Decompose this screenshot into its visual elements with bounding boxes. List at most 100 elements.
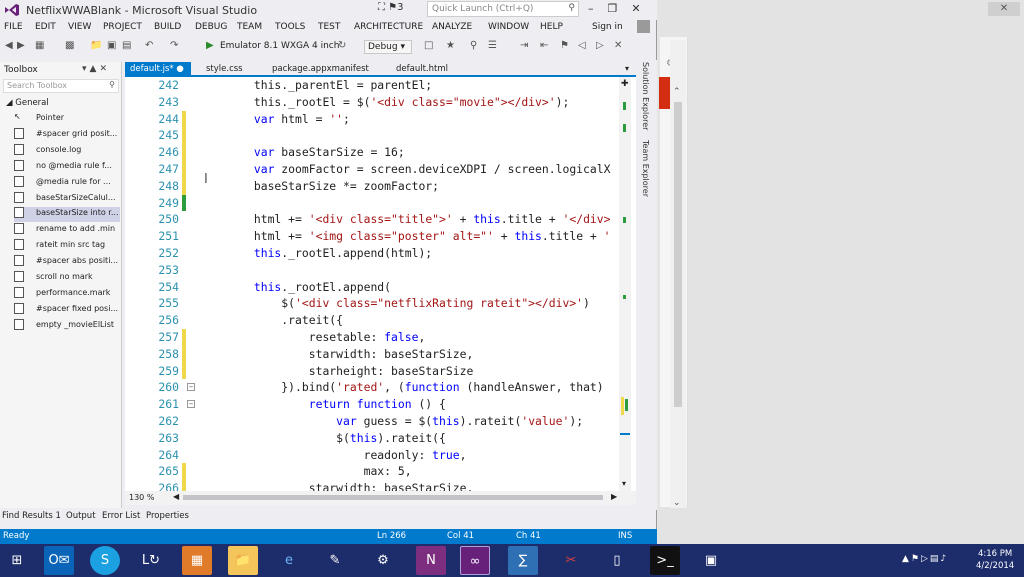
tab-find-results[interactable]: Find Results 1 xyxy=(2,511,61,521)
toolbox-item[interactable]: rateit min src tag xyxy=(14,239,120,254)
tab-default-html[interactable]: default.html xyxy=(391,62,453,76)
back-icon[interactable]: ◀ xyxy=(5,40,13,51)
tab-default-js[interactable]: default.js* ● ✕ xyxy=(125,62,191,84)
code-line[interactable]: 245 xyxy=(125,127,636,145)
code-line[interactable]: 265 max: 5, xyxy=(125,463,636,481)
code-line[interactable]: 243 this._rootEl = $('<div class="movie"… xyxy=(125,94,636,111)
code-line[interactable]: 250 html += '<div class="title">' + this… xyxy=(125,211,636,228)
redo-icon[interactable]: ↷ xyxy=(170,40,178,51)
code-line[interactable]: 242 this._parentEl = parentEl; xyxy=(125,77,636,94)
editor-vertical-scrollbar[interactable]: ✚ ▾ xyxy=(619,77,631,491)
avatar[interactable] xyxy=(637,20,650,33)
toolbox-item[interactable]: no @media rule f... xyxy=(14,159,120,175)
save-all-icon[interactable]: ▤ xyxy=(122,40,131,51)
menu-architecture[interactable]: ARCHITECTURE xyxy=(354,22,423,32)
taskbar-clock[interactable]: 4:16 PM 4/2/2014 xyxy=(976,548,1014,572)
toolbox-item[interactable]: performance.mark xyxy=(14,286,120,302)
menu-test[interactable]: TEST xyxy=(318,22,340,32)
system-tray-icons[interactable]: ▲⚑▷▤♪ xyxy=(902,554,948,564)
code-line[interactable]: 261− return function () { xyxy=(125,396,636,413)
menu-file[interactable]: FILE xyxy=(4,22,23,32)
code-line[interactable]: 255 $('<div class="netflixRating rateit"… xyxy=(125,295,636,312)
browser-link-icon[interactable]: ★ xyxy=(446,40,455,51)
collapse-icon[interactable]: − xyxy=(187,383,195,392)
toolbox-item[interactable]: console.log xyxy=(14,143,120,159)
configuration-dropdown[interactable]: Debug ▾ xyxy=(364,40,412,54)
skype-icon[interactable]: S xyxy=(90,546,120,575)
toolbox-group-general[interactable]: ◢ General xyxy=(6,98,49,108)
code-line[interactable]: 247 var zoomFactor = screen.deviceXDPI /… xyxy=(125,161,636,178)
toolbox-item[interactable]: #spacer abs positi... xyxy=(14,255,120,270)
toolbox-search-input[interactable]: Search Toolbox ⚲ xyxy=(3,79,119,93)
code-line[interactable]: 257 resetable: false, xyxy=(125,329,636,346)
forward-icon[interactable]: ▶ xyxy=(17,40,25,51)
tab-overflow-icon[interactable]: ▾ xyxy=(625,64,629,73)
toolbox-item[interactable]: baseStarSize into r... xyxy=(14,207,120,223)
notepad-icon[interactable]: ✎ xyxy=(320,546,350,575)
command-prompt-icon[interactable]: >_ xyxy=(650,546,680,575)
menu-window[interactable]: WINDOW xyxy=(488,22,529,32)
internet-explorer-icon[interactable]: e xyxy=(274,546,304,575)
run-target-dropdown[interactable]: Emulator 8.1 WXGA 4 inch xyxy=(220,41,339,51)
code-line[interactable]: 263 $(this).rateit({ xyxy=(125,430,636,447)
code-line[interactable]: 266 starwidth: baseStarSize, xyxy=(125,480,636,491)
code-line[interactable]: 262 var guess = $(this).rateit('value'); xyxy=(125,413,636,430)
secondary-scrollbar[interactable]: ⌃ ⌄ xyxy=(670,40,686,508)
toolbox-item[interactable]: empty _movieElList xyxy=(14,318,120,334)
refresh-icon[interactable]: ↻ xyxy=(338,40,346,51)
scroll-thumb[interactable] xyxy=(674,102,682,407)
windows-start-icon[interactable]: ⊞ xyxy=(2,546,32,575)
calendar-app-icon[interactable]: ▦ xyxy=(182,546,212,575)
code-line[interactable]: 253 xyxy=(125,262,636,279)
indent-icon[interactable]: ⇥ xyxy=(520,40,528,51)
menu-help[interactable]: HELP xyxy=(540,22,563,32)
snipping-tool-icon[interactable]: ✂ xyxy=(556,546,586,575)
scroll-right-icon[interactable]: ▶ xyxy=(611,492,617,501)
find-icon[interactable]: ⚲ xyxy=(470,40,477,51)
window-controls[interactable]: –❐✕ xyxy=(588,2,655,15)
tab-output[interactable]: Output xyxy=(66,511,96,521)
toolbox-item[interactable]: ↖ Pointer xyxy=(14,112,120,127)
code-line[interactable]: 259 starheight: baseStarSize xyxy=(125,362,636,380)
tab-style-css[interactable]: style.css xyxy=(201,62,248,76)
outlook-icon[interactable]: O✉ xyxy=(44,546,74,575)
toolbox-item[interactable]: scroll no mark xyxy=(14,271,120,286)
toolbox-item[interactable]: #spacer fixed posi... xyxy=(14,302,120,318)
tab-error-list[interactable]: Error List xyxy=(102,511,140,521)
menu-debug[interactable]: DEBUG xyxy=(195,22,227,32)
tab-team-explorer[interactable]: Team Explorer xyxy=(641,140,650,197)
split-icon[interactable]: ✚ xyxy=(621,79,629,89)
code-line[interactable]: 258 starwidth: baseStarSize, xyxy=(125,345,636,363)
scroll-up-icon[interactable]: ⌃ xyxy=(673,87,681,97)
code-line[interactable]: 249 xyxy=(125,194,636,212)
quick-launch-input[interactable]: Quick Launch (Ctrl+Q) ⚲ xyxy=(427,1,579,17)
solution-config-icon[interactable]: □ xyxy=(424,40,433,51)
code-line[interactable]: 256 .rateit({ xyxy=(125,312,636,329)
menu-tools[interactable]: TOOLS xyxy=(275,22,305,32)
bookmark-prev-icon[interactable]: ◁ xyxy=(578,40,586,51)
editor-horizontal-scrollbar[interactable]: 130 % ◀ ▶ xyxy=(125,491,636,505)
toolbox-item[interactable]: baseStarSizeCalul... xyxy=(14,191,120,207)
network-tool-icon[interactable]: ⚙ xyxy=(368,546,398,575)
undo-icon[interactable]: ↶ xyxy=(145,40,153,51)
code-line[interactable]: 244 var html = ''; xyxy=(125,110,636,128)
pin-icon[interactable]: ● xyxy=(176,64,183,74)
code-line[interactable]: 248 baseStarSize *= zoomFactor; xyxy=(125,177,636,195)
remote-desktop-icon[interactable]: ▣ xyxy=(696,546,726,575)
horizontal-scroll-thumb[interactable] xyxy=(183,495,603,500)
zoom-level[interactable]: 130 % xyxy=(129,493,154,502)
code-editor[interactable]: 242 this._parentEl = parentEl; 243 this._… xyxy=(125,77,636,491)
scroll-left-icon[interactable]: ◀ xyxy=(173,492,179,501)
sign-in-link[interactable]: Sign in xyxy=(592,22,623,32)
comment-icon[interactable]: ☰ xyxy=(488,40,497,51)
tab-package-appxmanifest[interactable]: package.appxmanifest xyxy=(267,62,374,76)
scroll-down-icon[interactable]: ⌄ xyxy=(673,498,681,508)
code-line[interactable]: 251 html += '<img class="poster" alt="' … xyxy=(125,228,636,245)
toolbox-item[interactable]: rename to add .min xyxy=(14,223,120,238)
outdent-icon[interactable]: ⇤ xyxy=(540,40,548,51)
menu-analyze[interactable]: ANALYZE xyxy=(432,22,472,32)
toolbox-item[interactable]: @media rule for ... xyxy=(14,175,120,191)
code-line[interactable]: 264 readonly: true, xyxy=(125,447,636,464)
tab-properties[interactable]: Properties xyxy=(146,511,189,521)
code-line[interactable]: 246 var baseStarSize = 16; xyxy=(125,144,636,161)
